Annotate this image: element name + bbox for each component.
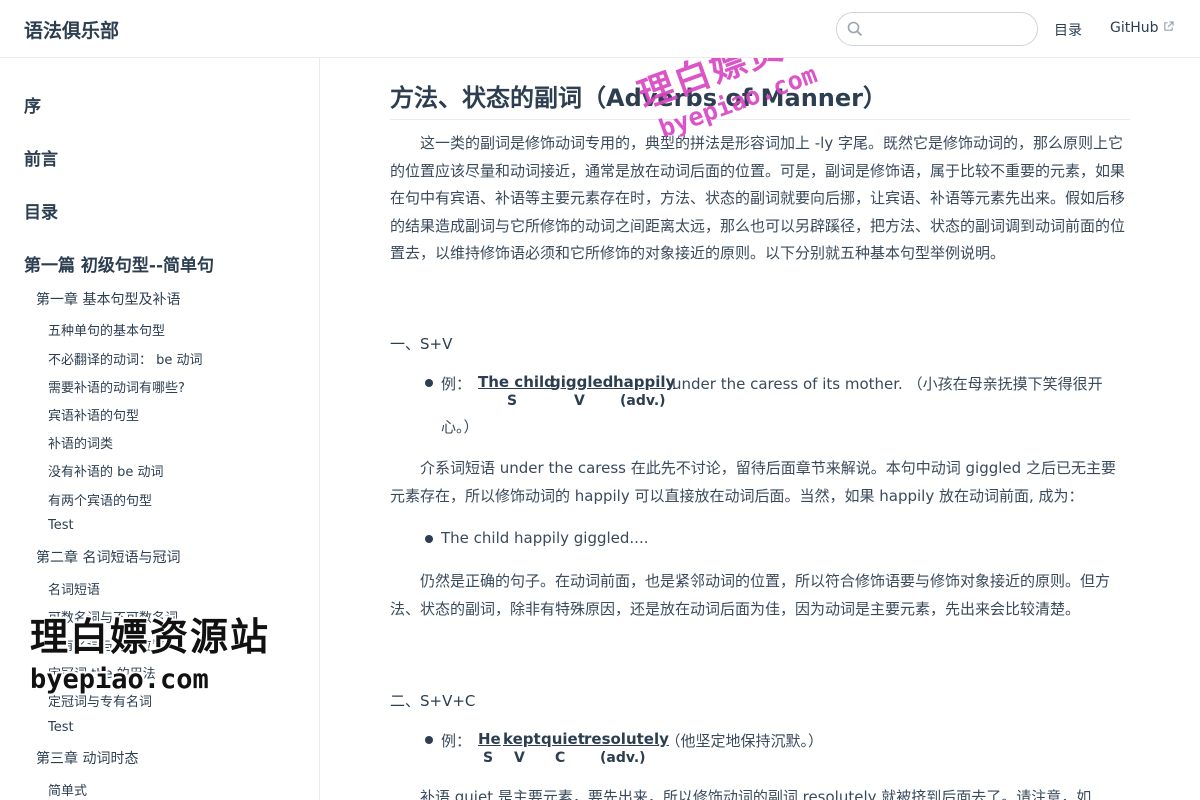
example-sentence-rest: . （他坚定地保持沉默。） bbox=[656, 732, 824, 750]
sidebar-chapter-3[interactable]: 第三章 动词时态 bbox=[36, 748, 138, 768]
sidebar-item[interactable]: 没有补语的 be 动词 bbox=[48, 461, 164, 480]
example-tag-v: V bbox=[514, 750, 525, 766]
list-item: The child happily giggled.... bbox=[441, 529, 649, 547]
section-heading-svc: 二、S+V+C bbox=[390, 692, 476, 710]
sidebar-item[interactable]: 不必翻译的动词： be 动词 bbox=[48, 349, 203, 368]
example-tag-v: V bbox=[574, 393, 585, 409]
sidebar-item-part1[interactable]: 第一篇 初级句型--简单句 bbox=[24, 251, 214, 276]
sidebar-item[interactable]: 宾语补语的句型 bbox=[48, 405, 139, 424]
example-word-verb: giggled bbox=[550, 373, 614, 391]
example-word-subject: The child bbox=[478, 373, 555, 391]
example-sentence-rest-2: 心。） bbox=[441, 418, 479, 436]
sidebar-item[interactable]: 需要补语的动词有哪些? bbox=[48, 377, 185, 396]
search-input[interactable] bbox=[869, 19, 1029, 41]
watermark-url: byepiao.com bbox=[30, 664, 209, 695]
example-tag-c: C bbox=[555, 750, 566, 766]
example-label: 例： bbox=[441, 732, 472, 750]
sidebar-item[interactable]: Test bbox=[48, 518, 74, 533]
sidebar-item-foreword[interactable]: 前言 bbox=[24, 145, 58, 170]
intro-paragraph: 这一类的副词是修饰动词专用的，典型的拼法是形容词加上 -ly 字尾。既然它是修饰… bbox=[390, 134, 1126, 262]
example-word-verb: kept bbox=[503, 730, 541, 748]
paragraph: 仍然是正确的句子。在动词前面，也是紧邻动词的位置，所以符合修饰语要与修饰对象接近… bbox=[390, 572, 1111, 618]
sidebar-chapter-1[interactable]: 第一章 基本句型及补语 bbox=[36, 289, 180, 309]
example-word-subject: He bbox=[478, 730, 501, 748]
sidebar-item[interactable]: 五种单句的基本句型 bbox=[48, 320, 165, 339]
list-bullet bbox=[425, 736, 433, 744]
nav-link-github[interactable]: GitHub bbox=[1110, 20, 1174, 36]
example-word-adverb: happily bbox=[613, 373, 676, 391]
example-tag-s: S bbox=[483, 750, 494, 766]
list-bullet bbox=[425, 535, 433, 543]
paragraph: 介系词短语 under the caress 在此先不讨论，留待后面章节来解说。… bbox=[390, 459, 1116, 505]
sidebar-item[interactable]: 补语的词类 bbox=[48, 433, 113, 452]
example-label: 例： bbox=[441, 375, 472, 393]
sidebar-item-preface[interactable]: 序 bbox=[24, 92, 41, 117]
sidebar-item-contents[interactable]: 目录 bbox=[24, 198, 58, 223]
example-tag-s: S bbox=[507, 393, 518, 409]
sidebar-item[interactable]: 简单式 bbox=[48, 780, 87, 799]
example-word-complement: quiet bbox=[541, 730, 585, 748]
sidebar-item[interactable]: 有两个宾语的句型 bbox=[48, 490, 152, 509]
example-tag-adv: (adv.) bbox=[600, 750, 646, 766]
example-sentence-rest: under the caress of its mother. （小孩在母亲抚摸… bbox=[672, 375, 1103, 393]
example-tag-adv: (adv.) bbox=[620, 393, 666, 409]
external-link-icon bbox=[1163, 21, 1174, 31]
search-box[interactable] bbox=[836, 12, 1038, 46]
search-icon bbox=[847, 21, 863, 37]
sidebar-chapter-2[interactable]: 第二章 名词短语与冠词 bbox=[36, 547, 180, 567]
main-content: 方法、状态的副词（Adverbs of Manner） 这一类的副词是修饰动词专… bbox=[320, 58, 1200, 800]
top-navbar: 语法俱乐部 目录 GitHub bbox=[0, 0, 1200, 58]
list-bullet bbox=[425, 379, 433, 387]
site-name-link[interactable]: 语法俱乐部 bbox=[24, 16, 119, 43]
section-heading-sv: 一、S+V bbox=[390, 335, 453, 353]
sidebar-item[interactable]: 名词短语 bbox=[48, 579, 100, 598]
nav-link-toc[interactable]: 目录 bbox=[1054, 20, 1082, 40]
watermark-text: 理白嫖资源站 bbox=[30, 615, 271, 659]
sidebar-item[interactable]: Test bbox=[48, 720, 74, 735]
paragraph: 补语 quiet 是主要元素，要先出来，所以修饰动词的副词 resolutely… bbox=[420, 788, 1092, 800]
nav-link-github-label: GitHub bbox=[1110, 20, 1159, 36]
